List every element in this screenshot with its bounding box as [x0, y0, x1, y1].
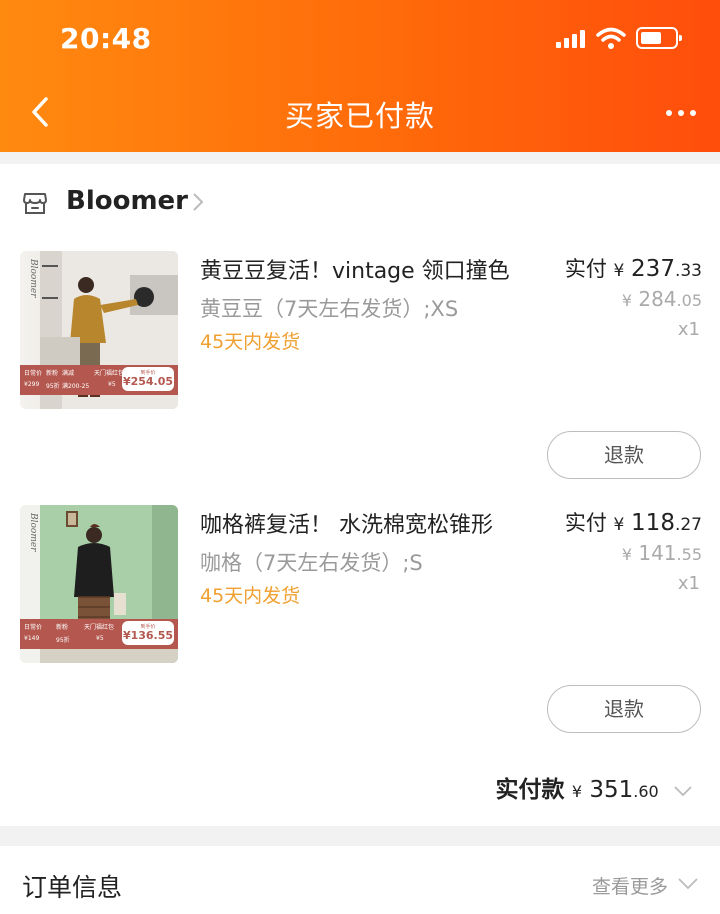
total-dec: .60: [633, 782, 659, 801]
shop-name: Bloomer: [66, 186, 189, 216]
brand-watermark: Bloomer: [28, 259, 38, 298]
promo-text: ¥149: [24, 635, 40, 642]
product-thumbnail[interactable]: Bloomer 日常价 ¥149 新粉 95折 天门福红包 ¥5 到手价 ¥13…: [20, 505, 178, 663]
refund-button[interactable]: 退款: [547, 685, 701, 733]
product-title[interactable]: 咖格裤复活！ 水洗棉宽松锥形: [200, 507, 493, 539]
promo-text: ¥5: [96, 635, 104, 642]
order-card: Bloomer Bloomer 日常价 ¥299 新粉 95折 满减 满200-…: [0, 164, 720, 826]
page-title: 买家已付款: [284, 99, 435, 133]
promo-text: 95折: [56, 637, 70, 644]
promo-text: 新粉: [46, 370, 59, 377]
paid-dec: .27: [674, 515, 702, 535]
promo-text: 天门福红包: [84, 624, 115, 631]
original-price: ¥ 284.05: [622, 287, 702, 311]
product-title[interactable]: 黄豆豆复活！vintage 领口撞色: [200, 253, 510, 285]
original-price: ¥ 141.55: [622, 541, 702, 565]
currency-symbol: ¥: [621, 545, 632, 564]
promo-text: 日常价: [24, 624, 43, 631]
refund-button[interactable]: 退款: [547, 431, 701, 479]
currency-symbol: ¥: [613, 261, 625, 281]
order-info-title: 订单信息: [22, 873, 123, 902]
header: 20:48 买家已付款: [0, 0, 720, 152]
status-time: 20:48: [60, 22, 152, 55]
order-total[interactable]: 实付款 ¥ 351.60: [496, 770, 692, 804]
product-sku: 咖格（7天左右发货）;S: [200, 551, 423, 575]
store-icon: [23, 193, 47, 214]
cellular-signal-icon: [556, 30, 586, 48]
battery-icon: [636, 27, 682, 49]
total-label: 实付款: [495, 777, 565, 803]
currency-symbol: ¥: [621, 291, 632, 310]
orig-dec: .55: [676, 545, 702, 564]
orig-dec: .05: [676, 291, 702, 310]
tag-price: ¥136.55: [122, 629, 174, 642]
view-more-link[interactable]: 查看更多: [592, 872, 668, 899]
paid-int: 118: [631, 510, 675, 536]
quantity: x1: [677, 573, 700, 594]
currency-symbol: ¥: [571, 782, 583, 801]
shipping-note: 45天内发货: [200, 585, 301, 607]
promo-text: 95折: [46, 383, 60, 390]
promo-text: 日常价: [24, 370, 43, 377]
paid-dec: .33: [674, 261, 702, 281]
wifi-icon: [596, 27, 626, 49]
currency-symbol: ¥: [613, 515, 625, 535]
order-info-section: 订单信息 查看更多: [0, 846, 720, 914]
promo-text: ¥5: [108, 381, 116, 388]
order-item[interactable]: Bloomer 日常价 ¥149 新粉 95折 天门福红包 ¥5 到手价 ¥13…: [0, 505, 720, 765]
paid-int: 237: [631, 256, 675, 282]
product-sku: 黄豆豆（7天左右发货）;XS: [200, 297, 459, 321]
orig-int: 141: [638, 541, 677, 565]
product-thumbnail[interactable]: Bloomer 日常价 ¥299 新粉 95折 满减 满200-25 天门福红包…: [20, 251, 178, 409]
tag-price: ¥254.05: [122, 375, 174, 388]
paid-price: 实付 ¥ 118.27: [565, 507, 702, 537]
chevron-down-icon[interactable]: [678, 878, 698, 890]
more-options-icon[interactable]: [666, 110, 698, 120]
promo-text: 满减: [62, 370, 75, 377]
quantity: x1: [677, 319, 700, 340]
brand-watermark: Bloomer: [28, 513, 38, 552]
total-int: 351: [589, 777, 634, 803]
deal-price-tag: 到手价 ¥136.55: [122, 621, 174, 645]
orig-int: 284: [638, 287, 677, 311]
paid-price: 实付 ¥ 237.33: [565, 253, 702, 283]
paid-label: 实付: [564, 511, 607, 535]
promo-text: 天门福红包: [94, 370, 125, 377]
chevron-right-icon: [193, 193, 204, 211]
deal-price-tag: 到手价 ¥254.05: [122, 367, 174, 391]
promo-text: ¥299: [24, 381, 40, 388]
shipping-note: 45天内发货: [200, 331, 301, 353]
promo-text: 满200-25: [62, 383, 90, 390]
paid-label: 实付: [564, 257, 607, 281]
order-item[interactable]: Bloomer 日常价 ¥299 新粉 95折 满减 满200-25 天门福红包…: [0, 251, 720, 511]
chevron-down-icon: [674, 785, 692, 796]
promo-text: 新粉: [56, 624, 69, 631]
